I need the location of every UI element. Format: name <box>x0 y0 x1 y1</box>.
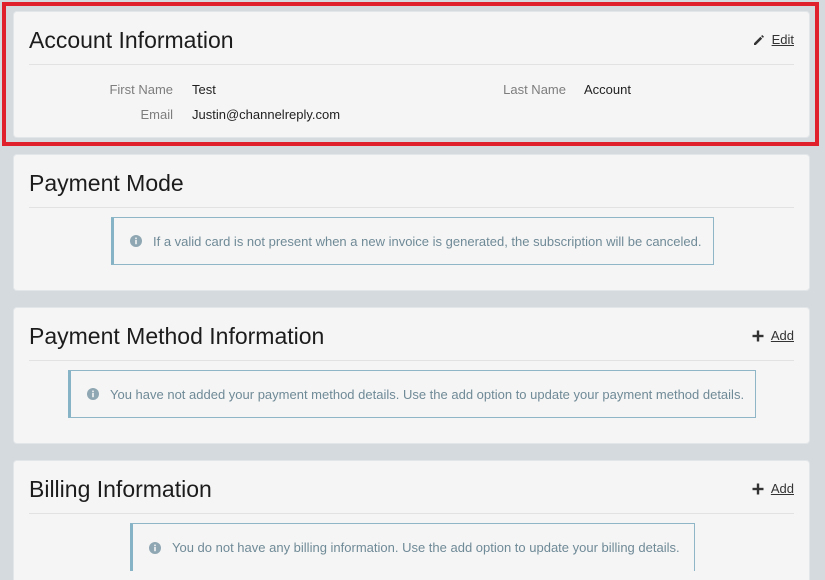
plus-icon <box>752 483 764 495</box>
account-information-title: Account Information <box>29 27 234 53</box>
add-billing-label: Add <box>770 481 794 496</box>
pencil-icon <box>753 35 764 45</box>
edit-account-button[interactable]: Edit <box>753 32 794 48</box>
info-icon <box>130 235 142 247</box>
payment-method-title: Payment Method Information <box>29 323 325 349</box>
payment-mode-title: Payment Mode <box>29 170 184 196</box>
last-name-label: Last Name <box>503 82 566 97</box>
payment-method-header: Payment Method Information Add <box>29 308 794 361</box>
payment-mode-notice-text: If a valid card is not present when a ne… <box>153 233 702 249</box>
billing-notice-text: You do not have any billing information.… <box>172 540 680 555</box>
billing-information-title: Billing Information <box>29 476 212 502</box>
billing-information-card: Billing Information Add You do not have … <box>13 460 810 580</box>
payment-method-notice: You have not added your payment method d… <box>68 370 756 418</box>
payment-method-card: Payment Method Information Add You have … <box>13 307 810 444</box>
account-information-header: Account Information Edit <box>29 12 794 65</box>
billing-notice: You do not have any billing information.… <box>130 523 695 571</box>
payment-mode-card: Payment Mode If a valid card is not pres… <box>13 154 810 291</box>
account-information-card: Account Information Edit First Name Test… <box>13 11 810 138</box>
payment-mode-notice: If a valid card is not present when a ne… <box>111 217 714 265</box>
info-icon <box>149 541 161 554</box>
plus-icon <box>752 330 764 342</box>
last-name-value: Account <box>584 82 631 97</box>
payment-mode-header: Payment Mode <box>29 155 794 208</box>
email-value: Justin@channelreply.com <box>192 107 341 122</box>
add-payment-method-label: Add <box>770 328 794 343</box>
payment-method-notice-text: You have not added your payment method d… <box>110 386 745 402</box>
email-label: Email <box>140 107 173 122</box>
edit-account-label: Edit <box>771 32 794 47</box>
info-icon <box>87 388 99 400</box>
add-billing-button[interactable]: Add <box>752 481 794 497</box>
add-payment-method-button[interactable]: Add <box>752 328 794 344</box>
billing-information-header: Billing Information Add <box>29 461 794 514</box>
first-name-label: First Name <box>109 82 173 97</box>
first-name-value: Test <box>192 82 216 97</box>
